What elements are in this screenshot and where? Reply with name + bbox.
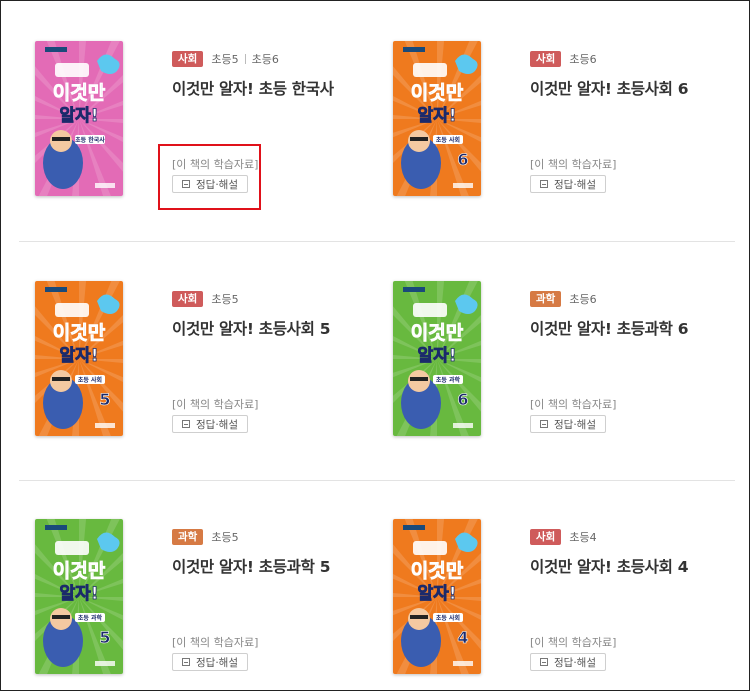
book-cover[interactable]: 이것만 알자! 초등 사회 5 [35, 281, 123, 436]
book-title[interactable]: 이것만 알자! 초등사회 5 [172, 317, 372, 339]
grade-tag: 초등6 [569, 293, 597, 306]
materials-label: [이 책의 학습자료] [530, 398, 617, 411]
cover-label: 초등 한국사 [75, 136, 105, 144]
subject-badge: 사회 [172, 291, 204, 307]
book-cover[interactable]: 이것만 알자! 초등 과학 5 [35, 519, 123, 674]
book-item: 이것만 알자! 초등 사회 4 사회 초등4 이것만 알자! 초등사회 4 [이… [393, 519, 723, 679]
cover-number: 6 [457, 150, 468, 169]
book-item: 이것만 알자! 초등 사회 5 사회 초등5 이것만 알자! 초등사회 5 [이… [35, 281, 365, 441]
cover-subtitle-text: 알자! [59, 346, 98, 366]
book-list-panel: 이것만 알자! 초등 한국사 사회 초등5 초등6 이것만 알자! 초등 한국사… [0, 0, 750, 691]
answer-button-label: 정답·해설 [554, 418, 596, 431]
book-tags: 과학 초등5 [172, 529, 372, 545]
cover-subtitle-text: 알자! [417, 584, 456, 604]
book-tags: 사회 초등4 [530, 529, 730, 545]
answer-button[interactable]: 정답·해설 [530, 653, 606, 671]
grade-tag: 초등5 [211, 531, 239, 544]
answer-button-label: 정답·해설 [196, 656, 238, 669]
book-title[interactable]: 이것만 알자! 초등사회 4 [530, 555, 730, 577]
cover-title-text: 이것만 [411, 560, 464, 582]
book-item: 이것만 알자! 초등 과학 5 과학 초등5 이것만 알자! 초등과학 5 [이… [35, 519, 365, 679]
cover-subtitle-text: 알자! [417, 106, 456, 126]
document-icon [182, 420, 190, 428]
cover-label: 초등 사회 [78, 376, 102, 384]
answer-button-label: 정답·해설 [554, 656, 596, 669]
book-item: 이것만 알자! 초등 사회 6 사회 초등6 이것만 알자! 초등사회 6 [이… [393, 41, 723, 201]
cover-subtitle-text: 알자! [59, 106, 98, 126]
cover-number: 5 [99, 628, 110, 647]
materials-label: [이 책의 학습자료] [172, 636, 259, 649]
book-item: 이것만 알자! 초등 과학 6 과학 초등6 이것만 알자! 초등과학 6 [이… [393, 281, 723, 441]
book-title[interactable]: 이것만 알자! 초등과학 5 [172, 555, 372, 577]
cover-title-text: 이것만 [53, 560, 106, 582]
document-icon [182, 658, 190, 666]
book-tags: 사회 초등6 [530, 51, 730, 67]
cover-label: 초등 과학 [78, 614, 103, 622]
answer-button[interactable]: 정답·해설 [530, 415, 606, 433]
materials-label: [이 책의 학습자료] [530, 636, 617, 649]
cover-number: 6 [457, 390, 468, 409]
grade-tag: 초등5 [211, 293, 239, 306]
book-title[interactable]: 이것만 알자! 초등 한국사 [172, 77, 372, 99]
book-tags: 사회 초등5 [172, 291, 372, 307]
book-title[interactable]: 이것만 알자! 초등사회 6 [530, 77, 730, 99]
row-divider [19, 241, 735, 242]
answer-button-label: 정답·해설 [196, 418, 238, 431]
subject-badge: 과학 [530, 291, 562, 307]
book-tags: 사회 초등5 초등6 [172, 51, 372, 67]
grade-tag: 초등4 [569, 531, 597, 544]
answer-button[interactable]: 정답·해설 [172, 653, 248, 671]
highlight-box [158, 144, 261, 210]
cover-label: 초등 과학 [436, 376, 461, 384]
materials-label: [이 책의 학습자료] [172, 398, 259, 411]
book-title[interactable]: 이것만 알자! 초등과학 6 [530, 317, 730, 339]
cover-title-text: 이것만 [53, 82, 106, 104]
row-divider [19, 480, 735, 481]
document-icon [540, 658, 548, 666]
cover-label: 초등 사회 [436, 136, 460, 144]
book-cover[interactable]: 이것만 알자! 초등 과학 6 [393, 281, 481, 436]
cover-number: 4 [457, 628, 468, 647]
book-cover[interactable]: 이것만 알자! 초등 사회 4 [393, 519, 481, 674]
book-cover[interactable]: 이것만 알자! 초등 사회 6 [393, 41, 481, 196]
document-icon [540, 420, 548, 428]
answer-button[interactable]: 정답·해설 [172, 415, 248, 433]
grade-tag: 초등6 [569, 53, 597, 66]
answer-button[interactable]: 정답·해설 [530, 175, 606, 193]
cover-title-text: 이것만 [53, 322, 106, 344]
cover-number: 5 [99, 390, 110, 409]
grade-tag: 초등5 [211, 53, 239, 66]
grade-tag: 초등6 [251, 53, 279, 66]
cover-title-text: 이것만 [411, 82, 464, 104]
subject-badge: 사회 [172, 51, 204, 67]
materials-label: [이 책의 학습자료] [530, 158, 617, 171]
cover-subtitle-text: 알자! [59, 584, 98, 604]
subject-badge: 사회 [530, 51, 562, 67]
grade-separator [244, 54, 246, 64]
book-tags: 과학 초등6 [530, 291, 730, 307]
subject-badge: 사회 [530, 529, 562, 545]
cover-subtitle-text: 알자! [417, 346, 456, 366]
subject-badge: 과학 [172, 529, 204, 545]
answer-button-label: 정답·해설 [554, 178, 596, 191]
book-cover[interactable]: 이것만 알자! 초등 한국사 [35, 41, 123, 196]
document-icon [540, 180, 548, 188]
cover-label: 초등 사회 [436, 614, 460, 622]
cover-title-text: 이것만 [411, 322, 464, 344]
